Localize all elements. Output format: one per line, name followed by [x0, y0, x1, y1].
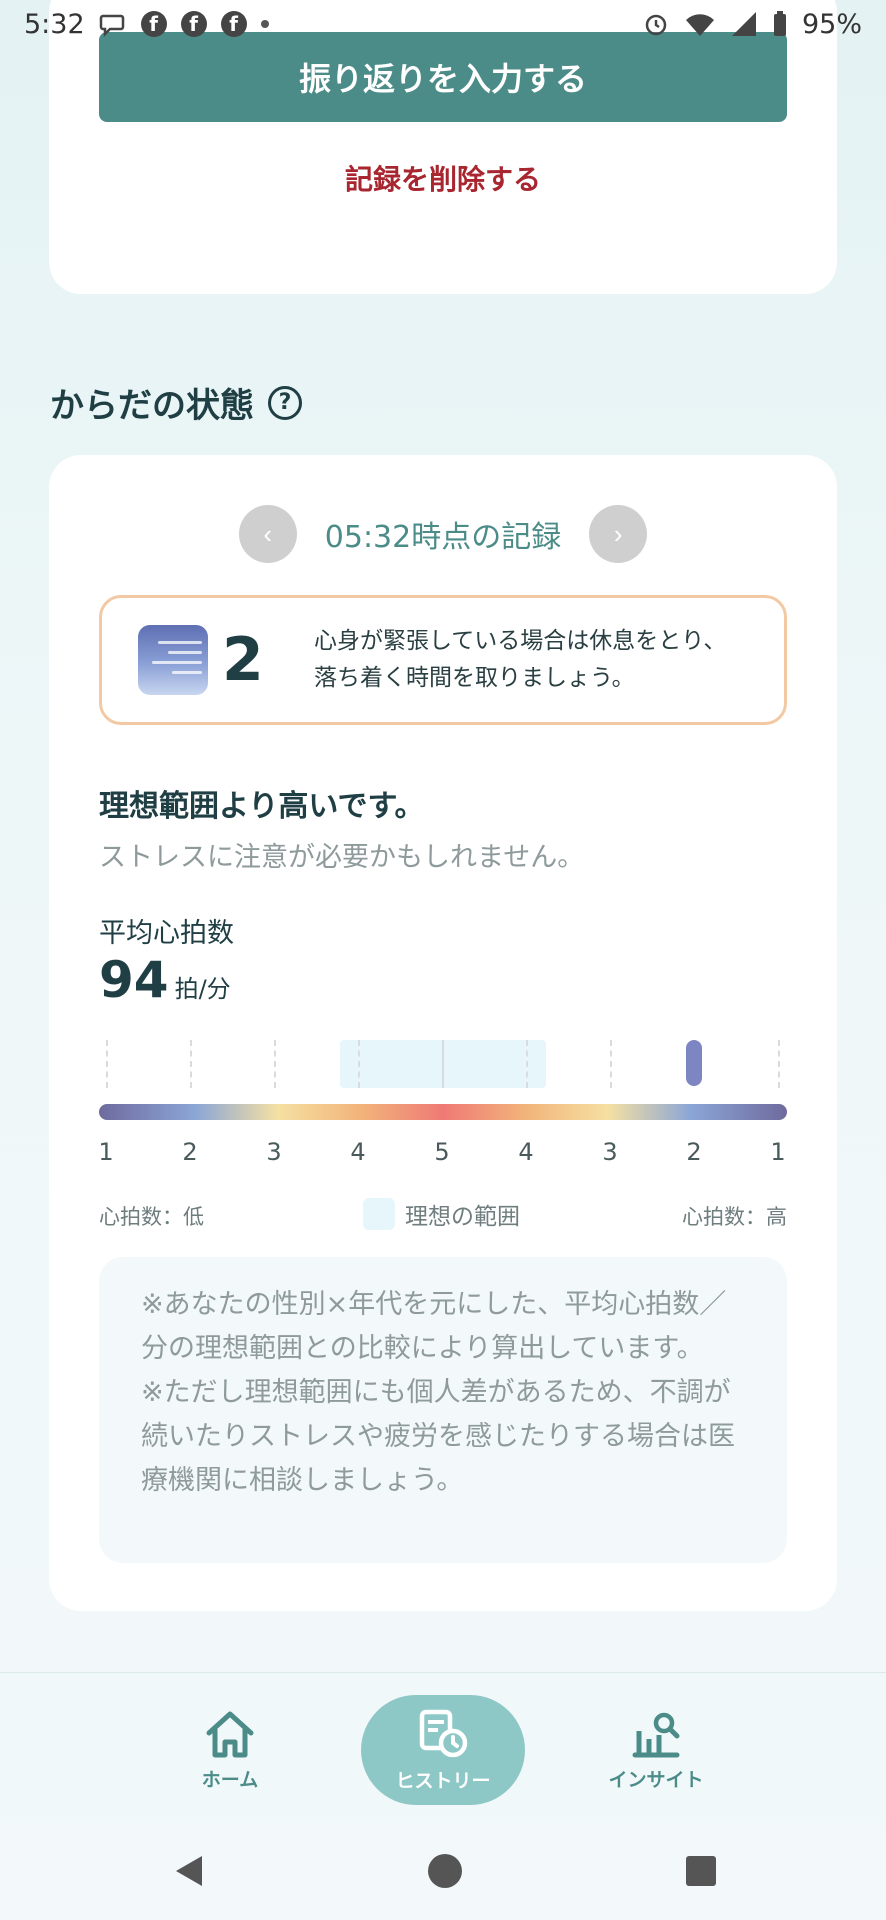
disclaimer-note: ※あなたの性別×年代を元にした、平均心拍数／分の理想範囲との比較により算出してい… — [99, 1257, 787, 1563]
level-summary-box: 2 心身が緊張している場合は休息をとり、 落ち着く時間を取りましょう。 — [99, 595, 787, 725]
facebook-icon: f — [140, 11, 167, 37]
status-right: 95% — [642, 9, 862, 40]
level-message-line: 心身が緊張している場合は休息をとり、 — [314, 628, 727, 654]
ideal-range-swatch — [363, 1198, 395, 1230]
facebook-icon: f — [220, 11, 247, 37]
recents-square-icon — [686, 1856, 716, 1886]
legend-ideal: 理想の範囲 — [363, 1197, 520, 1231]
home-circle-icon — [428, 1854, 462, 1888]
scale-tick — [358, 1040, 360, 1088]
scale-label: 1 — [98, 1138, 114, 1166]
section-header: からだの状態 ? — [50, 378, 302, 427]
section-title: からだの状態 — [50, 386, 254, 426]
chevron-left-icon: ‹ — [263, 518, 273, 549]
home-icon — [206, 1711, 254, 1757]
status-left: 5:32 f f f — [24, 9, 269, 40]
heart-rate-scale: 1 2 3 4 5 4 3 2 1 — [98, 1040, 787, 1170]
note-line: ※あなたの性別×年代を元にした、平均心拍数／分の理想範囲との比較により算出してい… — [141, 1289, 727, 1364]
body-condition-card: ‹ 05:32時点の記録 › 2 心身が緊張している場合は休息をとり、 落ち着く… — [49, 455, 837, 1611]
nav-insight-label: インサイト — [608, 1768, 704, 1791]
scale-tick — [106, 1040, 108, 1088]
scale-label: 4 — [350, 1138, 366, 1166]
scale-tick — [778, 1040, 780, 1088]
heart-rate-marker — [686, 1040, 702, 1086]
scale-label: 3 — [266, 1138, 282, 1166]
history-icon — [419, 1709, 468, 1757]
record-navigator: ‹ 05:32時点の記録 › — [49, 505, 837, 563]
legend-high: 心拍数：高 — [682, 1205, 787, 1229]
heart-rate-value: 94 — [99, 951, 169, 1009]
heart-rate-readout: 94 拍/分 — [99, 951, 231, 1009]
status-bar: 5:32 f f f 95% — [0, 0, 886, 48]
wind-level-icon — [138, 625, 208, 695]
scale-label: 3 — [602, 1138, 618, 1166]
level-message-line: 落ち着く時間を取りましょう。 — [314, 665, 635, 691]
back-triangle-icon — [176, 1856, 202, 1886]
scale-label: 4 — [518, 1138, 534, 1166]
wifi-icon — [685, 14, 714, 36]
nav-history[interactable]: ヒストリー — [361, 1695, 525, 1805]
help-icon[interactable]: ? — [268, 385, 302, 420]
record-time-label: 05:32時点の記録 — [324, 520, 562, 555]
facebook-icon: f — [180, 11, 207, 37]
level-message: 心身が緊張している場合は休息をとり、 落ち着く時間を取りましょう。 — [314, 623, 726, 697]
battery-icon — [773, 11, 786, 36]
delete-record-button[interactable]: 記録を削除する — [49, 158, 837, 198]
chevron-right-icon: › — [613, 518, 623, 549]
heart-rate-gradient-bar — [99, 1104, 787, 1120]
nav-home[interactable]: ホーム — [148, 1695, 312, 1805]
heart-rate-unit: 拍/分 — [174, 975, 231, 1003]
scale-tick — [526, 1040, 528, 1088]
previous-record-button[interactable]: ‹ — [238, 505, 297, 563]
chat-notification-icon — [99, 14, 124, 38]
system-back-button[interactable] — [163, 1846, 213, 1896]
more-notifications-icon — [260, 20, 269, 28]
bottom-navigation: ホーム ヒストリー インサイト — [0, 1672, 886, 1822]
legend-low: 心拍数：低 — [99, 1205, 204, 1229]
level-number: 2 — [222, 625, 264, 695]
assessment-subtext: ストレスに注意が必要かもしれません。 — [99, 842, 585, 873]
scale-label: 2 — [686, 1138, 702, 1166]
clock: 5:32 — [24, 8, 85, 40]
note-line: ※ただし理想範囲にも個人差があるため、不調が続いたりストレスや疲労を感じたりする… — [141, 1377, 735, 1496]
scale-tick — [274, 1040, 276, 1088]
alarm-icon — [645, 14, 667, 36]
nav-home-label: ホーム — [201, 1768, 259, 1791]
system-navigation-bar — [0, 1822, 886, 1920]
system-home-button[interactable] — [420, 1846, 470, 1896]
scale-label: 1 — [770, 1138, 786, 1166]
scale-tick — [190, 1040, 192, 1088]
next-record-button[interactable]: › — [589, 505, 648, 563]
scale-legend: 心拍数：低 理想の範囲 心拍数：高 — [99, 1197, 787, 1231]
assessment-heading: 理想範囲より高いです。 — [99, 789, 425, 824]
scale-label: 2 — [182, 1138, 198, 1166]
nav-insight[interactable]: インサイト — [574, 1695, 738, 1805]
system-recents-button[interactable] — [676, 1846, 726, 1896]
scale-label: 5 — [434, 1138, 450, 1166]
scale-tick — [610, 1040, 612, 1088]
scale-tick — [442, 1040, 444, 1088]
insight-icon — [632, 1712, 680, 1757]
signal-icon — [731, 12, 756, 36]
battery-level: 95% — [801, 8, 862, 40]
legend-ideal-label: 理想の範囲 — [405, 1204, 520, 1230]
heart-rate-label: 平均心拍数 — [99, 918, 234, 949]
nav-history-label: ヒストリー — [395, 1769, 491, 1792]
